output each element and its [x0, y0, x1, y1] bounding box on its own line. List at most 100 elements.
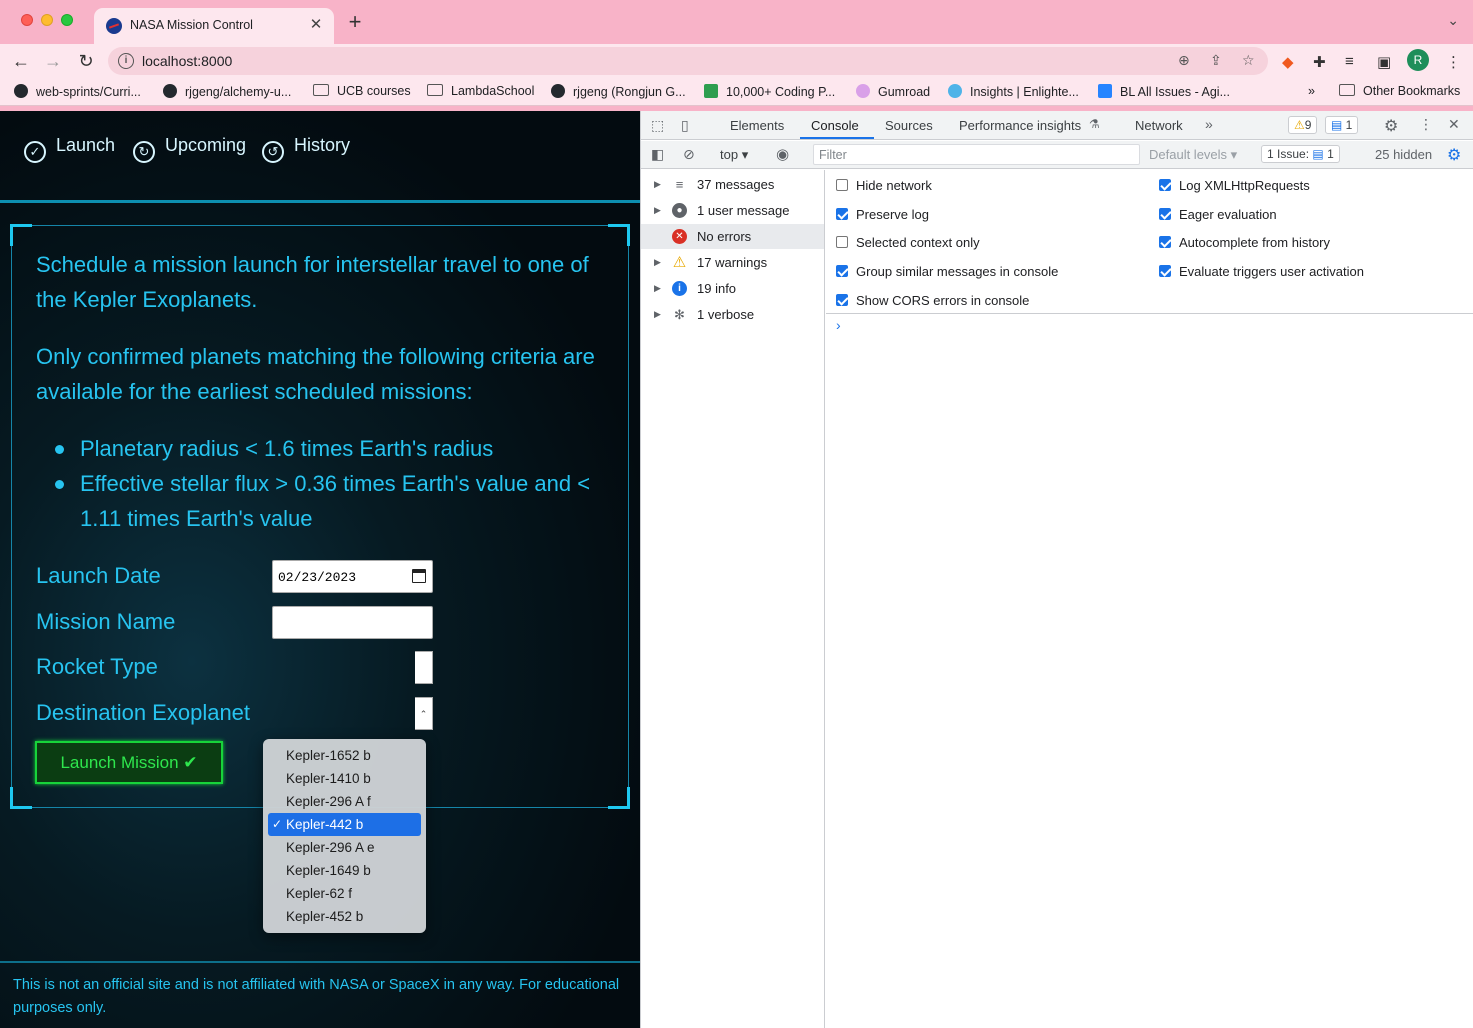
checkbox[interactable]: [836, 265, 848, 277]
checkbox[interactable]: [1159, 179, 1171, 191]
bookmark-item[interactable]: web-sprints/Curri...: [14, 84, 141, 99]
dropdown-option[interactable]: Kepler-1410 b: [268, 767, 421, 790]
launch-date-input[interactable]: 02/23/2023: [272, 560, 433, 593]
bookmark-item[interactable]: LambdaSchool: [427, 84, 534, 98]
inspect-element-icon[interactable]: ⬚: [651, 117, 664, 134]
bookmarks-overflow-chevron-icon[interactable]: »: [1308, 84, 1315, 98]
checkbox[interactable]: [1159, 208, 1171, 220]
tab-elements[interactable]: Elements: [730, 118, 784, 133]
checkbox[interactable]: [836, 236, 848, 248]
new-tab-button[interactable]: +: [343, 11, 367, 35]
maximize-window-button[interactable]: [61, 14, 73, 26]
share-icon[interactable]: ⇪: [1210, 52, 1222, 69]
profile-avatar[interactable]: R: [1407, 49, 1429, 71]
checkbox[interactable]: [1159, 236, 1171, 248]
dropdown-option-selected[interactable]: ✓ Kepler-442 b: [268, 813, 421, 836]
tab-search-chevron-icon[interactable]: ⌄: [1447, 12, 1459, 29]
mission-name-input[interactable]: [272, 606, 433, 639]
expand-arrow-icon[interactable]: ▶: [654, 198, 661, 223]
tab-console[interactable]: Console: [811, 118, 859, 133]
expand-arrow-icon[interactable]: ▶: [654, 172, 661, 197]
option-eager-eval[interactable]: Eager evaluation: [1159, 207, 1277, 222]
sidebar-toggle-icon[interactable]: ◧: [651, 146, 664, 163]
option-group-similar[interactable]: Group similar messages in console: [836, 264, 1058, 279]
sidebar-item-verbose[interactable]: ▶ ✻ 1 verbose: [641, 302, 824, 327]
expand-arrow-icon[interactable]: ▶: [654, 276, 661, 301]
dropdown-option[interactable]: Kepler-1652 b: [268, 744, 421, 767]
tab-performance-insights[interactable]: Performance insights: [959, 118, 1081, 133]
bookmark-item[interactable]: 10,000+ Coding P...: [704, 84, 835, 99]
bookmark-item[interactable]: Gumroad: [856, 84, 930, 99]
log-levels-dropdown[interactable]: Default levels ▾: [1149, 147, 1237, 163]
console-prompt[interactable]: ›: [836, 317, 841, 333]
extensions-puzzle-icon[interactable]: ✚: [1313, 53, 1326, 71]
checkbox[interactable]: [836, 208, 848, 220]
site-info-icon[interactable]: i: [118, 53, 134, 69]
dropdown-option[interactable]: Kepler-1649 b: [268, 859, 421, 882]
extension-brave-icon[interactable]: ◆: [1282, 53, 1294, 71]
live-expression-eye-icon[interactable]: ◉: [776, 145, 789, 163]
expand-arrow-icon[interactable]: ▶: [654, 250, 661, 275]
zoom-icon[interactable]: ⊕: [1178, 52, 1190, 69]
bookmark-item[interactable]: rjgeng (Rongjun G...: [551, 84, 686, 99]
expand-arrow-icon[interactable]: ▶: [654, 302, 661, 327]
context-selector[interactable]: top ▾: [720, 147, 748, 163]
option-selected-context[interactable]: Selected context only: [836, 235, 980, 250]
launch-mission-button[interactable]: Launch Mission ✔: [35, 741, 223, 784]
nav-history[interactable]: ↺ History: [262, 135, 350, 163]
bookmark-item[interactable]: BL All Issues - Agi...: [1098, 84, 1230, 99]
address-bar[interactable]: i localhost:8000 ⊕ ⇪ ☆: [108, 47, 1268, 75]
option-hide-network[interactable]: Hide network: [836, 178, 932, 193]
dropdown-option[interactable]: Kepler-296 A e: [268, 836, 421, 859]
forward-arrow-icon[interactable]: →: [40, 48, 66, 74]
tab-nasa-mission-control[interactable]: NASA Mission Control ✕: [94, 8, 334, 44]
destination-dropdown[interactable]: Kepler-1652 b Kepler-1410 b Kepler-296 A…: [263, 739, 426, 933]
bookmark-item[interactable]: UCB courses: [313, 84, 411, 98]
option-cors-errors[interactable]: Show CORS errors in console: [836, 293, 1029, 308]
nav-upcoming[interactable]: ↻ Upcoming: [133, 135, 246, 163]
option-preserve-log[interactable]: Preserve log: [836, 207, 929, 222]
warnings-badge[interactable]: ⚠9: [1288, 116, 1318, 134]
option-log-xhr[interactable]: Log XMLHttpRequests: [1159, 178, 1310, 193]
reload-icon[interactable]: ↻: [73, 48, 99, 74]
url-text[interactable]: localhost:8000: [142, 53, 232, 69]
messages-badge[interactable]: ▤ 1: [1325, 116, 1359, 134]
sidebar-item-info[interactable]: ▶ i 19 info: [641, 276, 824, 301]
bookmark-item[interactable]: Other Bookmarks: [1339, 84, 1460, 98]
dropdown-option[interactable]: Kepler-452 b: [268, 905, 421, 928]
calendar-icon[interactable]: [412, 569, 426, 583]
console-settings-gear-icon[interactable]: ⚙: [1447, 145, 1461, 165]
device-toolbar-icon[interactable]: ▯: [681, 117, 689, 134]
more-menu-icon[interactable]: ⋮: [1446, 53, 1461, 71]
tab-sources[interactable]: Sources: [885, 118, 933, 133]
sidebar-item-warnings[interactable]: ▶ ⚠ 17 warnings: [641, 250, 824, 275]
settings-gear-icon[interactable]: ⚙: [1384, 116, 1398, 136]
option-autocomplete[interactable]: Autocomplete from history: [1159, 235, 1330, 250]
bookmark-star-icon[interactable]: ☆: [1242, 52, 1255, 69]
bookmark-item[interactable]: rjgeng/alchemy-u...: [163, 84, 291, 99]
nav-launch[interactable]: ✓ Launch: [24, 135, 115, 163]
sidebar-item-messages[interactable]: ▶ ≡ 37 messages: [641, 172, 824, 197]
close-devtools-icon[interactable]: ✕: [1448, 116, 1460, 133]
tab-network[interactable]: Network: [1135, 118, 1183, 133]
clear-console-icon[interactable]: ⊘: [683, 146, 695, 163]
sidebar-item-user-messages[interactable]: ▶ ● 1 user message: [641, 198, 824, 223]
checkbox[interactable]: [836, 294, 848, 306]
reading-list-icon[interactable]: ≡: [1345, 53, 1354, 70]
checkbox[interactable]: [836, 179, 848, 191]
dropdown-option[interactable]: Kepler-296 A f: [268, 790, 421, 813]
rocket-type-input[interactable]: [415, 651, 433, 684]
issues-badge[interactable]: 1 Issue: ▤ 1: [1261, 145, 1340, 163]
checkbox[interactable]: [1159, 265, 1171, 277]
console-filter-input[interactable]: Filter: [813, 144, 1140, 165]
minimize-window-button[interactable]: [41, 14, 53, 26]
more-tabs-chevron-icon[interactable]: »: [1205, 116, 1213, 132]
bookmark-item[interactable]: Insights | Enlighte...: [948, 84, 1079, 99]
destination-select[interactable]: ⌃: [415, 697, 433, 730]
devtools-menu-icon[interactable]: ⋮: [1419, 116, 1433, 133]
side-panel-icon[interactable]: ▣: [1377, 53, 1391, 71]
sidebar-item-errors[interactable]: ✕ No errors: [641, 224, 824, 249]
dropdown-option[interactable]: Kepler-62 f: [268, 882, 421, 905]
close-window-button[interactable]: [21, 14, 33, 26]
option-user-activation[interactable]: Evaluate triggers user activation: [1159, 264, 1364, 279]
